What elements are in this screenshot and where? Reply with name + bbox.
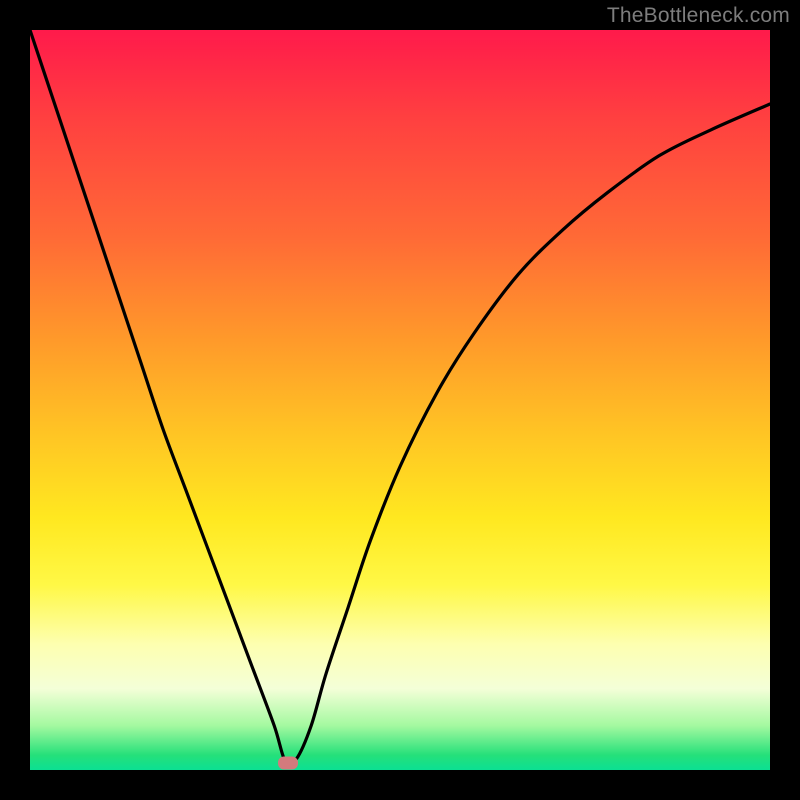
bottleneck-curve: [30, 30, 770, 770]
chart-frame: TheBottleneck.com: [0, 0, 800, 800]
watermark-text: TheBottleneck.com: [607, 4, 790, 28]
plot-area: [30, 30, 770, 770]
optimum-marker: [278, 757, 298, 770]
